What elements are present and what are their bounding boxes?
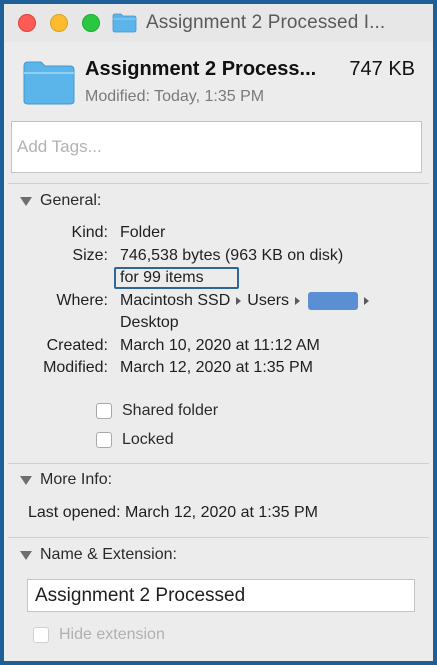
path-users[interactable]: Users	[247, 292, 289, 309]
locked-label: Locked	[122, 431, 174, 448]
title-bar[interactable]: Assignment 2 Processed I...	[4, 4, 433, 42]
shared-folder-option[interactable]: Shared folder	[96, 402, 218, 420]
kind-label: Kind:	[71, 224, 108, 241]
get-info-window: Assignment 2 Processed I... Assignment 2…	[0, 0, 437, 665]
created-value: March 10, 2020 at 11:12 AM	[120, 337, 320, 354]
where-label: Where:	[56, 292, 108, 309]
path-separator-icon	[236, 297, 242, 305]
last-opened-label: Last opened:	[28, 504, 121, 521]
hide-extension-label: Hide extension	[59, 626, 165, 643]
general-section-title: General:	[40, 192, 102, 209]
window-title: Assignment 2 Processed I...	[146, 12, 386, 33]
size-label: Size:	[72, 247, 108, 264]
divider	[8, 183, 429, 184]
disclosure-triangle-icon	[20, 551, 32, 560]
name-extension-section-title: Name & Extension:	[40, 546, 177, 563]
path-separator-icon	[295, 297, 301, 305]
locked-option[interactable]: Locked	[96, 431, 174, 449]
header-modified: Modified: Today, 1:35 PM	[85, 88, 264, 106]
header-modified-value: Today, 1:35 PM	[154, 88, 265, 105]
more-info-section-toggle[interactable]: More Info:	[20, 471, 112, 489]
name-field[interactable]	[27, 579, 415, 612]
name-extension-section-toggle[interactable]: Name & Extension:	[20, 546, 177, 564]
disclosure-triangle-icon	[20, 197, 32, 206]
path-separator-icon	[364, 297, 370, 305]
folder-icon	[112, 13, 137, 33]
last-opened-value: March 12, 2020 at 1:35 PM	[124, 504, 318, 521]
locked-checkbox[interactable]	[96, 432, 112, 448]
path-volume[interactable]: Macintosh SSD	[120, 292, 230, 309]
hide-extension-checkbox[interactable]	[33, 627, 49, 643]
modified-value: March 12, 2020 at 1:35 PM	[120, 359, 313, 376]
path-desktop[interactable]: Desktop	[120, 314, 179, 332]
divider	[8, 463, 429, 464]
items-count-highlight	[114, 267, 239, 289]
minimize-window-button[interactable]	[50, 14, 68, 32]
disclosure-triangle-icon	[20, 476, 32, 485]
general-section-toggle[interactable]: General:	[20, 192, 101, 210]
size-value: 746,538 bytes (963 KB on disk)	[120, 247, 344, 264]
file-size: 747 KB	[349, 58, 415, 80]
where-path: Macintosh SSD Users	[120, 292, 375, 310]
created-label: Created:	[46, 337, 108, 354]
maximize-window-button[interactable]	[82, 14, 100, 32]
folder-icon	[23, 61, 75, 105]
modified-label: Modified:	[43, 359, 108, 376]
hide-extension-option[interactable]: Hide extension	[33, 626, 165, 644]
tags-input[interactable]	[11, 121, 422, 173]
redacted-username	[308, 292, 359, 310]
close-window-button[interactable]	[18, 14, 36, 32]
more-info-section-title: More Info:	[40, 471, 113, 488]
shared-folder-checkbox[interactable]	[96, 403, 112, 419]
divider	[8, 537, 429, 538]
last-opened: Last opened: March 12, 2020 at 1:35 PM	[28, 504, 318, 522]
shared-folder-label: Shared folder	[122, 402, 219, 419]
file-name: Assignment 2 Process...	[85, 58, 317, 80]
kind-value: Folder	[120, 224, 166, 241]
header-modified-label: Modified:	[85, 88, 150, 105]
